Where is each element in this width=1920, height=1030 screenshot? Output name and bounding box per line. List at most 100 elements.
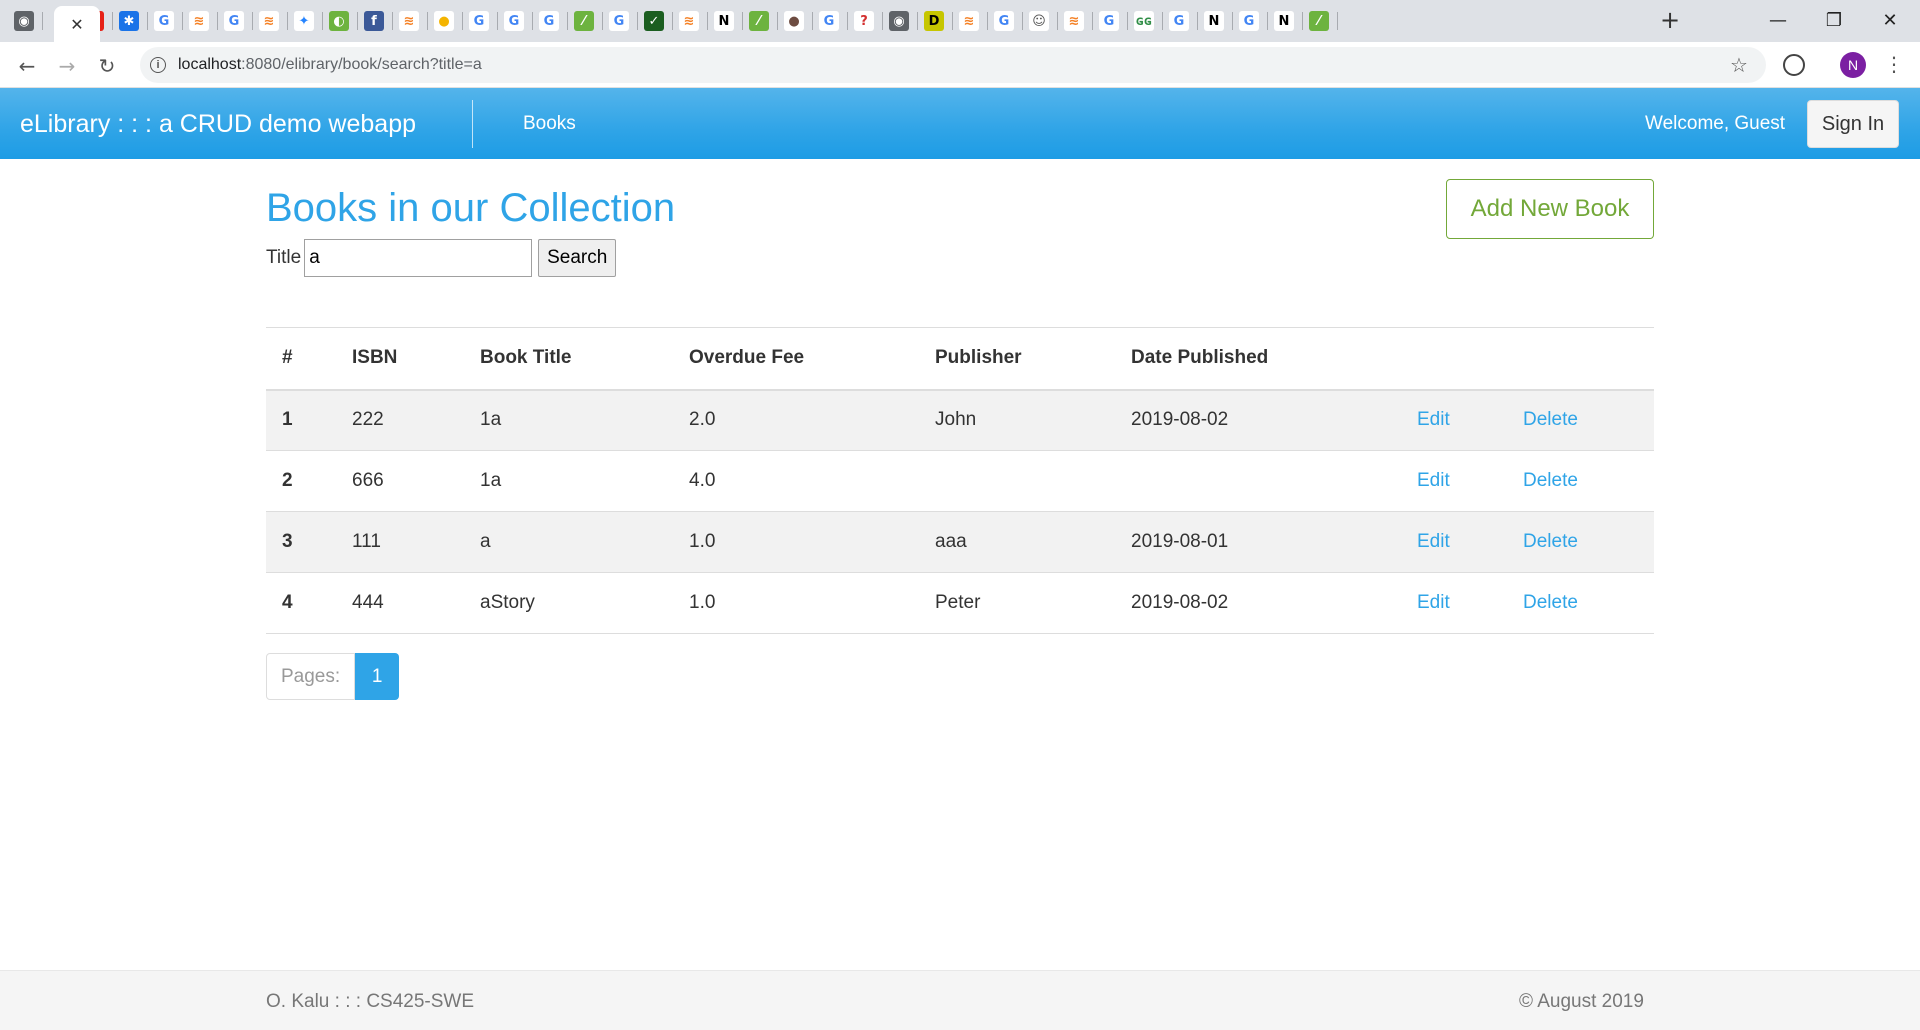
cell-isbn: 222 xyxy=(336,389,464,451)
tab-separator xyxy=(1057,12,1058,30)
browser-tab[interactable]: ● xyxy=(430,7,458,35)
browser-tab[interactable]: G xyxy=(990,7,1018,35)
browser-tab[interactable]: G xyxy=(150,7,178,35)
spring-boot-icon: ⁄ xyxy=(1309,11,1329,31)
header-delete xyxy=(1507,327,1654,391)
tab-separator xyxy=(252,12,253,30)
google-icon: G xyxy=(1239,11,1259,31)
browser-tab[interactable]: G xyxy=(535,7,563,35)
header-date-published: Date Published xyxy=(1115,327,1401,391)
stackoverflow-icon: ≋ xyxy=(1064,11,1084,31)
d-icon: D xyxy=(924,11,944,31)
tab-separator xyxy=(637,12,638,30)
google-icon: G xyxy=(154,11,174,31)
browser-tab[interactable]: f xyxy=(360,7,388,35)
browser-tab[interactable]: ✱ xyxy=(115,7,143,35)
search-button[interactable]: Search xyxy=(538,239,617,277)
page-1-button[interactable]: 1 xyxy=(355,653,400,700)
fruit-icon: ● xyxy=(434,11,454,31)
browser-tab[interactable]: ⁄ xyxy=(745,7,773,35)
delete-link[interactable]: Delete xyxy=(1523,592,1578,613)
browser-tab[interactable]: ◉ xyxy=(885,7,913,35)
header-edit xyxy=(1401,327,1507,391)
browser-tab[interactable]: ✦ xyxy=(290,7,318,35)
forward-arrow-icon[interactable]: → xyxy=(52,51,82,81)
browser-tab[interactable]: ≋ xyxy=(395,7,423,35)
tab-separator xyxy=(742,12,743,30)
bug-icon: ● xyxy=(784,11,804,31)
browser-menu-icon[interactable]: ⋮ xyxy=(1884,52,1904,76)
browser-tab[interactable]: ☺ xyxy=(1025,7,1053,35)
spring-boot-icon: ⁄ xyxy=(749,11,769,31)
delete-link[interactable]: Delete xyxy=(1523,531,1578,552)
google-icon: G xyxy=(539,11,559,31)
address-bar[interactable]: i localhost:8080/elibrary/book/search?ti… xyxy=(140,47,1766,83)
tab-separator xyxy=(987,12,988,30)
browser-tab[interactable]: ≋ xyxy=(185,7,213,35)
browser-tab[interactable]: G xyxy=(1095,7,1123,35)
pagination: Pages: 1 xyxy=(266,653,400,700)
cell-number: 2 xyxy=(266,450,336,512)
browser-tab[interactable]: N xyxy=(710,7,738,35)
cell-isbn: 111 xyxy=(336,511,464,573)
edit-link[interactable]: Edit xyxy=(1417,531,1450,552)
tab-separator xyxy=(882,12,883,30)
tab-separator xyxy=(427,12,428,30)
browser-tab[interactable]: G xyxy=(1165,7,1193,35)
browser-toolbar: ← → ↻ i localhost:8080/elibrary/book/sea… xyxy=(0,42,1920,88)
notion-icon: N xyxy=(1274,11,1294,31)
page-title: Books in our Collection xyxy=(266,186,676,230)
browser-tab[interactable]: ? xyxy=(850,7,878,35)
brand-link[interactable]: eLibrary : : : a CRUD demo webapp xyxy=(20,110,416,139)
add-new-book-button[interactable]: Add New Book xyxy=(1446,179,1654,239)
minimize-window-icon[interactable]: — xyxy=(1750,0,1806,40)
browser-tab[interactable]: G xyxy=(465,7,493,35)
header-publisher: Publisher xyxy=(919,327,1115,391)
url-text[interactable]: localhost:8080/elibrary/book/search?titl… xyxy=(178,56,482,74)
browser-tab[interactable]: ɢɢ xyxy=(1130,7,1158,35)
browser-tab[interactable]: ⁄ xyxy=(570,7,598,35)
close-window-icon[interactable]: ✕ xyxy=(1862,0,1918,40)
extension-icon[interactable] xyxy=(1783,54,1805,76)
browser-tab[interactable]: G xyxy=(500,7,528,35)
edit-link[interactable]: Edit xyxy=(1417,592,1450,613)
browser-tab[interactable]: ● xyxy=(780,7,808,35)
edit-link[interactable]: Edit xyxy=(1417,470,1450,491)
delete-link[interactable]: Delete xyxy=(1523,470,1578,491)
back-arrow-icon[interactable]: ← xyxy=(12,51,42,81)
tab-separator xyxy=(182,12,183,30)
browser-tab[interactable]: ◐ xyxy=(325,7,353,35)
bookmark-star-icon[interactable]: ☆ xyxy=(1730,53,1748,77)
browser-tab[interactable]: N xyxy=(1270,7,1298,35)
browser-tab[interactable]: ✓ xyxy=(640,7,668,35)
google-icon: G xyxy=(1099,11,1119,31)
spring-icon: ◐ xyxy=(329,11,349,31)
browser-tab[interactable]: ≋ xyxy=(675,7,703,35)
stackoverflow-icon: ≋ xyxy=(399,11,419,31)
edit-link[interactable]: Edit xyxy=(1417,409,1450,430)
browser-tab[interactable]: G xyxy=(605,7,633,35)
restore-window-icon[interactable]: ❐ xyxy=(1806,0,1862,40)
site-info-icon[interactable]: i xyxy=(150,57,166,73)
browser-tab[interactable]: ≋ xyxy=(1060,7,1088,35)
active-tab[interactable]: ✕ xyxy=(54,6,100,42)
table-row: 4 444 aStory 1.0 Peter 2019-08-02 Edit D… xyxy=(266,572,1654,634)
search-title-input[interactable] xyxy=(304,239,533,277)
delete-link[interactable]: Delete xyxy=(1523,409,1578,430)
browser-tab[interactable]: ⁄ xyxy=(1305,7,1333,35)
browser-tab[interactable]: D xyxy=(920,7,948,35)
browser-tab[interactable]: N xyxy=(1200,7,1228,35)
browser-tab[interactable]: G xyxy=(220,7,248,35)
browser-tab[interactable]: ≋ xyxy=(255,7,283,35)
sign-in-button[interactable]: Sign In xyxy=(1807,100,1899,148)
profile-avatar[interactable]: N xyxy=(1840,52,1866,78)
new-tab-button[interactable]: + xyxy=(1656,6,1684,34)
browser-tab[interactable]: G xyxy=(1235,7,1263,35)
close-tab-icon[interactable]: ✕ xyxy=(70,15,83,34)
browser-tab[interactable]: ≋ xyxy=(955,7,983,35)
cell-publisher: aaa xyxy=(919,511,1115,573)
browser-tab[interactable]: ◉ xyxy=(10,7,38,35)
reload-icon[interactable]: ↻ xyxy=(92,51,122,81)
browser-tab[interactable]: G xyxy=(815,7,843,35)
nav-books-link[interactable]: Books xyxy=(523,113,576,135)
